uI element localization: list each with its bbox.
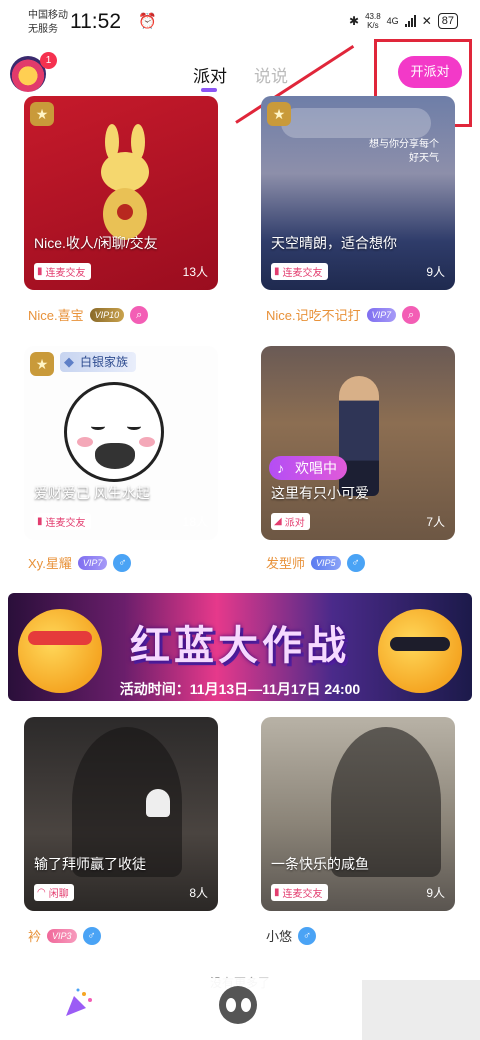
- room-card[interactable]: ★ 想与你分享每个好天气 天空晴朗，适合想你 ▮ 连麦交友 9人: [261, 96, 455, 290]
- cartoon-face-image: [64, 382, 164, 482]
- handwritten-note: 想与你分享每个好天气: [369, 139, 439, 164]
- room-title: 爱财爱己 风生水起: [34, 485, 150, 501]
- rank-crown-icon: ★: [30, 352, 54, 376]
- notification-badge: 1: [40, 52, 57, 69]
- net-speed-value: 43.8: [365, 12, 381, 21]
- room-member-count: 9人: [426, 265, 445, 279]
- net-speed-unit: K/s: [367, 21, 379, 30]
- tab-talk[interactable]: 说说: [254, 62, 288, 87]
- room-tag: ▮ 连麦交友: [271, 884, 328, 901]
- tag-icon: ▮: [274, 887, 280, 898]
- ghost-sticker: [146, 789, 170, 817]
- headphone-icon: ◠: [37, 887, 46, 898]
- room-tag: ▮ 连麦交友: [271, 263, 328, 280]
- rank-crown-icon: ★: [267, 102, 291, 126]
- room-tag-label: 连麦交友: [282, 889, 323, 900]
- carrier-info: 中国移动 无服务: [28, 9, 68, 37]
- tag-icon: ▮: [37, 266, 43, 277]
- room-tag-label: 闲聊: [48, 889, 69, 900]
- room-member-count: 18人: [182, 515, 208, 529]
- battery-indicator: 87: [437, 13, 458, 29]
- room-member-count: 13人: [182, 265, 208, 279]
- status-bar: 中国移动 无服务 11:52 ⏰ ✱ 43.8 K/s 4G ✕ 87: [0, 0, 480, 46]
- vip-badge: VIP7: [77, 555, 108, 570]
- network-type: 4G: [386, 16, 399, 26]
- room-tag-label: 连麦交友: [45, 268, 86, 279]
- chat-icon[interactable]: [219, 986, 257, 1024]
- male-gender-icon: ♂: [298, 926, 317, 945]
- room-tag: ▮ 连麦交友: [34, 263, 91, 280]
- party-tag-icon: ◢: [274, 516, 282, 527]
- vip-badge: VIP3: [47, 928, 77, 943]
- room-title: Nice.收人/闲聊/交友: [34, 235, 158, 251]
- room-card[interactable]: 欢唱中 这里有只小可爱 ◢ 派对 7人: [261, 346, 455, 540]
- vip-badge: VIP5: [311, 555, 341, 570]
- singing-status-badge: 欢唱中: [269, 456, 347, 480]
- net-speed: 43.8 K/s: [365, 12, 381, 30]
- room-title: 输了拜师赢了收徒: [34, 856, 146, 872]
- party-screen: 中国移动 无服务 11:52 ⏰ ✱ 43.8 K/s 4G ✕ 87 1 派对…: [0, 0, 480, 1040]
- room-card[interactable]: ★ 白银家族 爱财爱己 风生水起 ▮ 连麦交友 18人: [24, 346, 218, 540]
- bluetooth-icon: ✱: [349, 14, 360, 28]
- room-member-count: 9人: [426, 886, 445, 900]
- host-name: 小悠: [266, 929, 293, 944]
- search-icon[interactable]: ⌕: [130, 305, 149, 324]
- male-gender-icon: ♂: [82, 926, 101, 945]
- room-member-count: 7人: [426, 515, 445, 529]
- vip-badge: VIP10: [89, 307, 125, 322]
- gold-rabbit-image: [101, 124, 149, 240]
- tag-icon: ▮: [274, 266, 280, 277]
- room-card[interactable]: 一条快乐的咸鱼 ▮ 连麦交友 9人: [261, 717, 455, 911]
- host-name: 衿: [28, 929, 42, 944]
- room-tag: ▮ 连麦交友: [34, 513, 91, 530]
- room-card[interactable]: ★ Nice.收人/闲聊/交友 ▮ 连麦交友 13人: [24, 96, 218, 290]
- rank-crown-icon: ★: [30, 102, 54, 126]
- active-tab-indicator: [201, 88, 217, 92]
- male-gender-icon: ♂: [113, 553, 132, 572]
- signal-icon: [404, 15, 416, 27]
- family-badge: 白银家族: [60, 352, 137, 372]
- tag-icon: ▮: [37, 516, 43, 527]
- banner-title: 红蓝大作战: [130, 624, 350, 668]
- open-party-button[interactable]: 开派对: [398, 56, 462, 88]
- host-name: Xy.星耀: [28, 556, 72, 571]
- room-host-row[interactable]: 发型师 VIP5 ♂: [266, 553, 365, 572]
- vip-badge: VIP7: [366, 307, 397, 322]
- room-title: 一条快乐的咸鱼: [271, 856, 369, 872]
- host-name: Nice.记吃不记打: [266, 308, 361, 323]
- watermark-overlay: [362, 980, 480, 1040]
- search-icon[interactable]: ⌕: [402, 305, 421, 324]
- male-gender-icon: ♂: [346, 553, 365, 572]
- cloud-decoration: [281, 108, 431, 138]
- no-sim-signal-icon: ✕: [421, 14, 432, 28]
- room-tag: ◠ 闲聊: [34, 884, 74, 901]
- room-tag-label: 派对: [284, 518, 305, 529]
- room-host-row[interactable]: Nice.记吃不记打 VIP7 ⌕: [266, 305, 421, 324]
- host-name: 发型师: [266, 556, 306, 571]
- room-tag: ◢ 派对: [271, 513, 310, 530]
- avatar-figure-image: [339, 376, 379, 496]
- room-host-row[interactable]: Xy.星耀 VIP7 ♂: [28, 553, 132, 572]
- room-title: 天空晴朗，适合想你: [271, 235, 397, 251]
- room-host-row[interactable]: 衿 VIP3 ♂: [28, 926, 101, 945]
- host-name: Nice.喜宝: [28, 308, 84, 323]
- clock: 11:52: [70, 10, 121, 33]
- room-member-count: 8人: [189, 886, 208, 900]
- party-popper-icon[interactable]: [62, 986, 96, 1020]
- status-icons: ✱ 43.8 K/s 4G ✕ 87: [349, 12, 458, 30]
- carrier-service: 无服务: [28, 24, 58, 35]
- room-card[interactable]: 输了拜师赢了收徒 ◠ 闲聊 8人: [24, 717, 218, 911]
- room-tag-label: 连麦交友: [45, 518, 86, 529]
- tab-party[interactable]: 派对: [193, 62, 227, 87]
- alarm-icon: ⏰: [138, 13, 157, 30]
- carrier-name: 中国移动: [28, 10, 68, 21]
- event-banner[interactable]: 红蓝大作战 活动时间：11月13日—11月17日 24:00: [8, 593, 472, 701]
- banner-time: 活动时间：11月13日—11月17日 24:00: [119, 681, 361, 697]
- room-host-row[interactable]: Nice.喜宝 VIP10 ⌕: [28, 305, 149, 324]
- room-tag-label: 连麦交友: [282, 268, 323, 279]
- room-title: 这里有只小可爱: [271, 485, 369, 501]
- room-host-row[interactable]: 小悠 ♂: [266, 926, 317, 945]
